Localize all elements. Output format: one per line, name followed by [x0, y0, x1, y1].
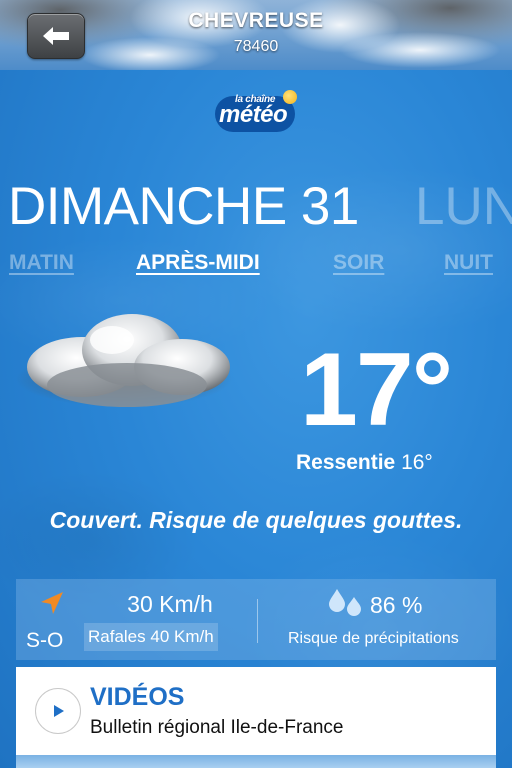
day-label[interactable]: DIMANCHE 31: [8, 176, 359, 237]
tab-nuit[interactable]: NUIT: [444, 251, 493, 275]
precipitation-label: Risque de précipitations: [288, 630, 459, 647]
feels-like-value: 16°: [401, 451, 433, 474]
wind-speed: 30 Km/h: [127, 591, 213, 617]
feels-like: Ressentie 16°: [296, 451, 433, 475]
bottom-strip: [16, 755, 496, 768]
logo-brand-text: météo: [219, 101, 288, 128]
wind-arrow-icon: [41, 592, 63, 614]
videos-subtitle: Bulletin régional Ile-de-France: [90, 717, 344, 738]
next-day-label[interactable]: LUN: [415, 176, 512, 237]
videos-card[interactable]: VIDÉOS Bulletin régional Ile-de-France: [16, 667, 496, 768]
play-icon: [54, 705, 64, 717]
brand-logo: la chaîne météo: [215, 90, 300, 135]
precipitation-value: 86 %: [370, 592, 423, 618]
wind-gusts: Rafales 40 Km/h: [84, 623, 218, 651]
header-bar: CHEVREUSE 78460: [0, 0, 512, 70]
postal-code: 78460: [233, 38, 279, 55]
panel-divider: [257, 599, 258, 643]
temperature: 17°: [300, 332, 453, 448]
raindrops-icon: [329, 589, 361, 616]
feels-like-label: Ressentie: [296, 451, 396, 474]
weather-description: Couvert. Risque de quelques gouttes.: [49, 507, 463, 533]
tab-matin[interactable]: MATIN: [9, 251, 74, 275]
cloud-icon: [16, 314, 232, 407]
wind-precip-panel: S-O 30 Km/h Rafales 40 Km/h 86 % Risque …: [16, 579, 496, 660]
videos-title: VIDÉOS: [90, 683, 185, 711]
wind-direction: S-O: [26, 629, 64, 652]
tab-soir[interactable]: SOIR: [333, 251, 384, 275]
tab-apres-midi[interactable]: APRÈS-MIDI: [136, 251, 260, 275]
city-name: CHEVREUSE: [188, 9, 324, 32]
play-button[interactable]: [35, 688, 81, 734]
